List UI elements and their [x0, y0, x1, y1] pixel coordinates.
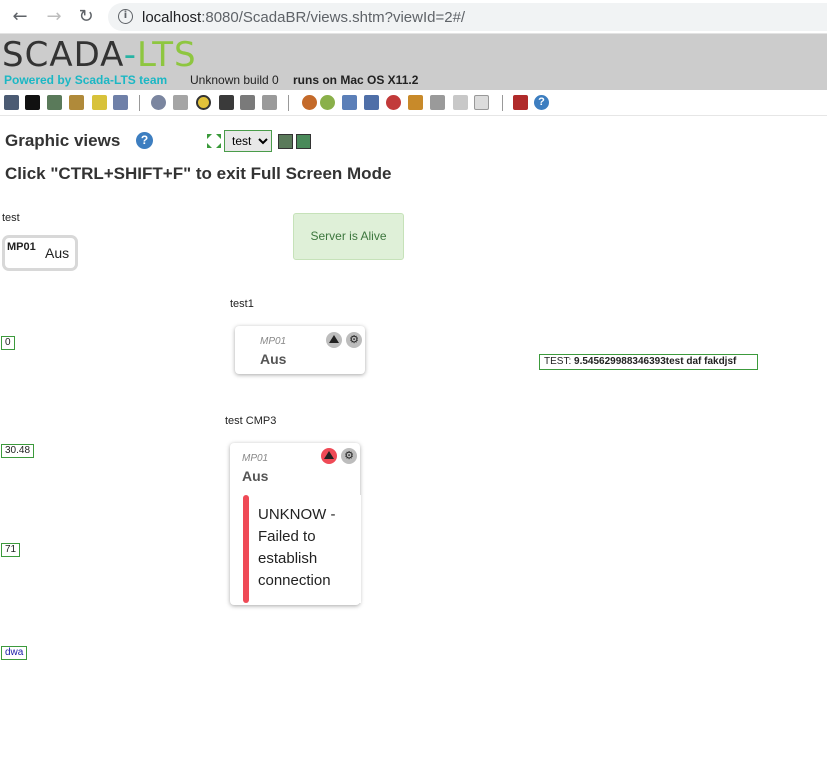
value-box: 30.48	[1, 444, 35, 458]
gear-icon[interactable]	[151, 95, 166, 110]
label-test: test	[2, 212, 20, 224]
pin-icon[interactable]	[219, 95, 234, 110]
gear-icon: ⚙	[349, 333, 359, 346]
scada-lts-logo: SCADA-LTS	[2, 37, 197, 73]
image-icon[interactable]	[47, 95, 62, 110]
card-point-value: Aus	[260, 351, 287, 367]
card-point-value: Aus	[242, 468, 269, 484]
build-info: Unknown build 0	[190, 73, 279, 87]
monitor-icon[interactable]	[4, 95, 19, 110]
address-bar[interactable]: i localhost:8080/ScadaBR/views.shtm?view…	[108, 3, 827, 31]
view-select[interactable]: test	[224, 130, 272, 152]
logo-text-dash: -	[123, 35, 137, 75]
add-view-icon[interactable]	[296, 134, 311, 149]
help-icon[interactable]: ?	[534, 95, 549, 110]
logo-text-scada: SCADA	[2, 35, 124, 75]
scale-icon[interactable]	[262, 95, 277, 110]
card-point-name: MP01	[260, 336, 287, 347]
back-arrow-icon[interactable]: ←	[9, 6, 31, 28]
book-icon[interactable]	[113, 95, 128, 110]
users-icon[interactable]	[320, 95, 335, 110]
point-name: MP01	[7, 241, 36, 253]
test-label-value: 9.545629988346393test daf fakdjsf	[574, 356, 737, 367]
test-value-label: TEST: 9.545629988346393test daf fakdjsf	[539, 354, 758, 370]
gear-icon: ⚙	[344, 449, 354, 462]
alarm-icon[interactable]	[326, 332, 342, 348]
simple-point-mp01[interactable]: MP01 Aus	[2, 235, 78, 271]
antenna-icon[interactable]	[386, 95, 401, 110]
settings-icon[interactable]: ⚙	[346, 332, 362, 348]
fullscreen-icon[interactable]	[206, 133, 222, 149]
triangle-icon	[324, 451, 334, 459]
logout-icon[interactable]	[513, 95, 528, 110]
edit-icon[interactable]	[69, 95, 84, 110]
edit-view-icon[interactable]	[278, 134, 293, 149]
error-message: UNKNOW - Failed to establish connection	[243, 495, 361, 603]
browser-chrome: ← → ↻ i localhost:8080/ScadaBR/views.sht…	[0, 0, 827, 34]
toolbar-separator	[502, 95, 503, 111]
document-icon[interactable]	[474, 95, 489, 110]
database-icon[interactable]	[173, 95, 188, 110]
book2-icon[interactable]	[364, 95, 379, 110]
settings-icon[interactable]: ⚙	[341, 448, 357, 464]
value-box: 71	[1, 543, 21, 557]
main-toolbar: ?	[0, 90, 827, 116]
error-indicator	[243, 495, 249, 603]
app-header: SCADA-LTS Powered by Scada-LTS team Unkn…	[0, 34, 827, 90]
cmp-card-test1[interactable]: MP01 Aus ⚙	[235, 326, 365, 374]
plane-icon[interactable]	[240, 95, 255, 110]
forward-arrow-icon[interactable]: →	[43, 6, 65, 28]
os-info: runs on Mac OS X11.2	[293, 73, 419, 87]
clock-icon[interactable]	[196, 95, 211, 110]
value-box: 0	[1, 336, 15, 350]
help-icon[interactable]: ?	[136, 132, 153, 149]
powered-by[interactable]: Powered by Scada-LTS team	[4, 73, 167, 87]
label-test1: test1	[230, 298, 254, 310]
logo-text-lts: LTS	[136, 35, 197, 75]
code-icon[interactable]	[453, 95, 468, 110]
triangle-icon	[329, 335, 339, 343]
fullscreen-message: Click "CTRL+SHIFT+F" to exit Full Screen…	[5, 164, 392, 183]
display-icon[interactable]	[25, 95, 40, 110]
toolbar-separator	[288, 95, 289, 111]
url-path: :8080/ScadaBR/views.shtm?viewId=2#/	[201, 9, 466, 26]
page-title: Graphic views	[5, 131, 121, 150]
alarm-icon[interactable]	[321, 448, 337, 464]
test-label-prefix: TEST:	[544, 356, 572, 367]
archive-icon[interactable]	[430, 95, 445, 110]
label-test-cmp3: test CMP3	[225, 415, 277, 427]
toolbar-separator	[139, 95, 140, 111]
url-text[interactable]: localhost:8080/ScadaBR/views.shtm?viewId…	[142, 9, 465, 26]
reload-icon[interactable]: ↻	[75, 6, 97, 28]
broom-icon[interactable]	[92, 95, 107, 110]
hammer-icon[interactable]	[408, 95, 423, 110]
site-info-icon[interactable]: i	[118, 9, 133, 24]
point-value: Aus	[45, 245, 70, 261]
error-text: UNKNOW - Failed to establish connection	[258, 506, 336, 589]
card-point-name: MP01	[242, 453, 269, 464]
folder-icon[interactable]	[342, 95, 357, 110]
user-icon[interactable]	[302, 95, 317, 110]
value-box: dwa	[1, 646, 28, 660]
server-status-badge: Server is Alive	[293, 213, 404, 260]
url-host: localhost	[142, 9, 202, 26]
